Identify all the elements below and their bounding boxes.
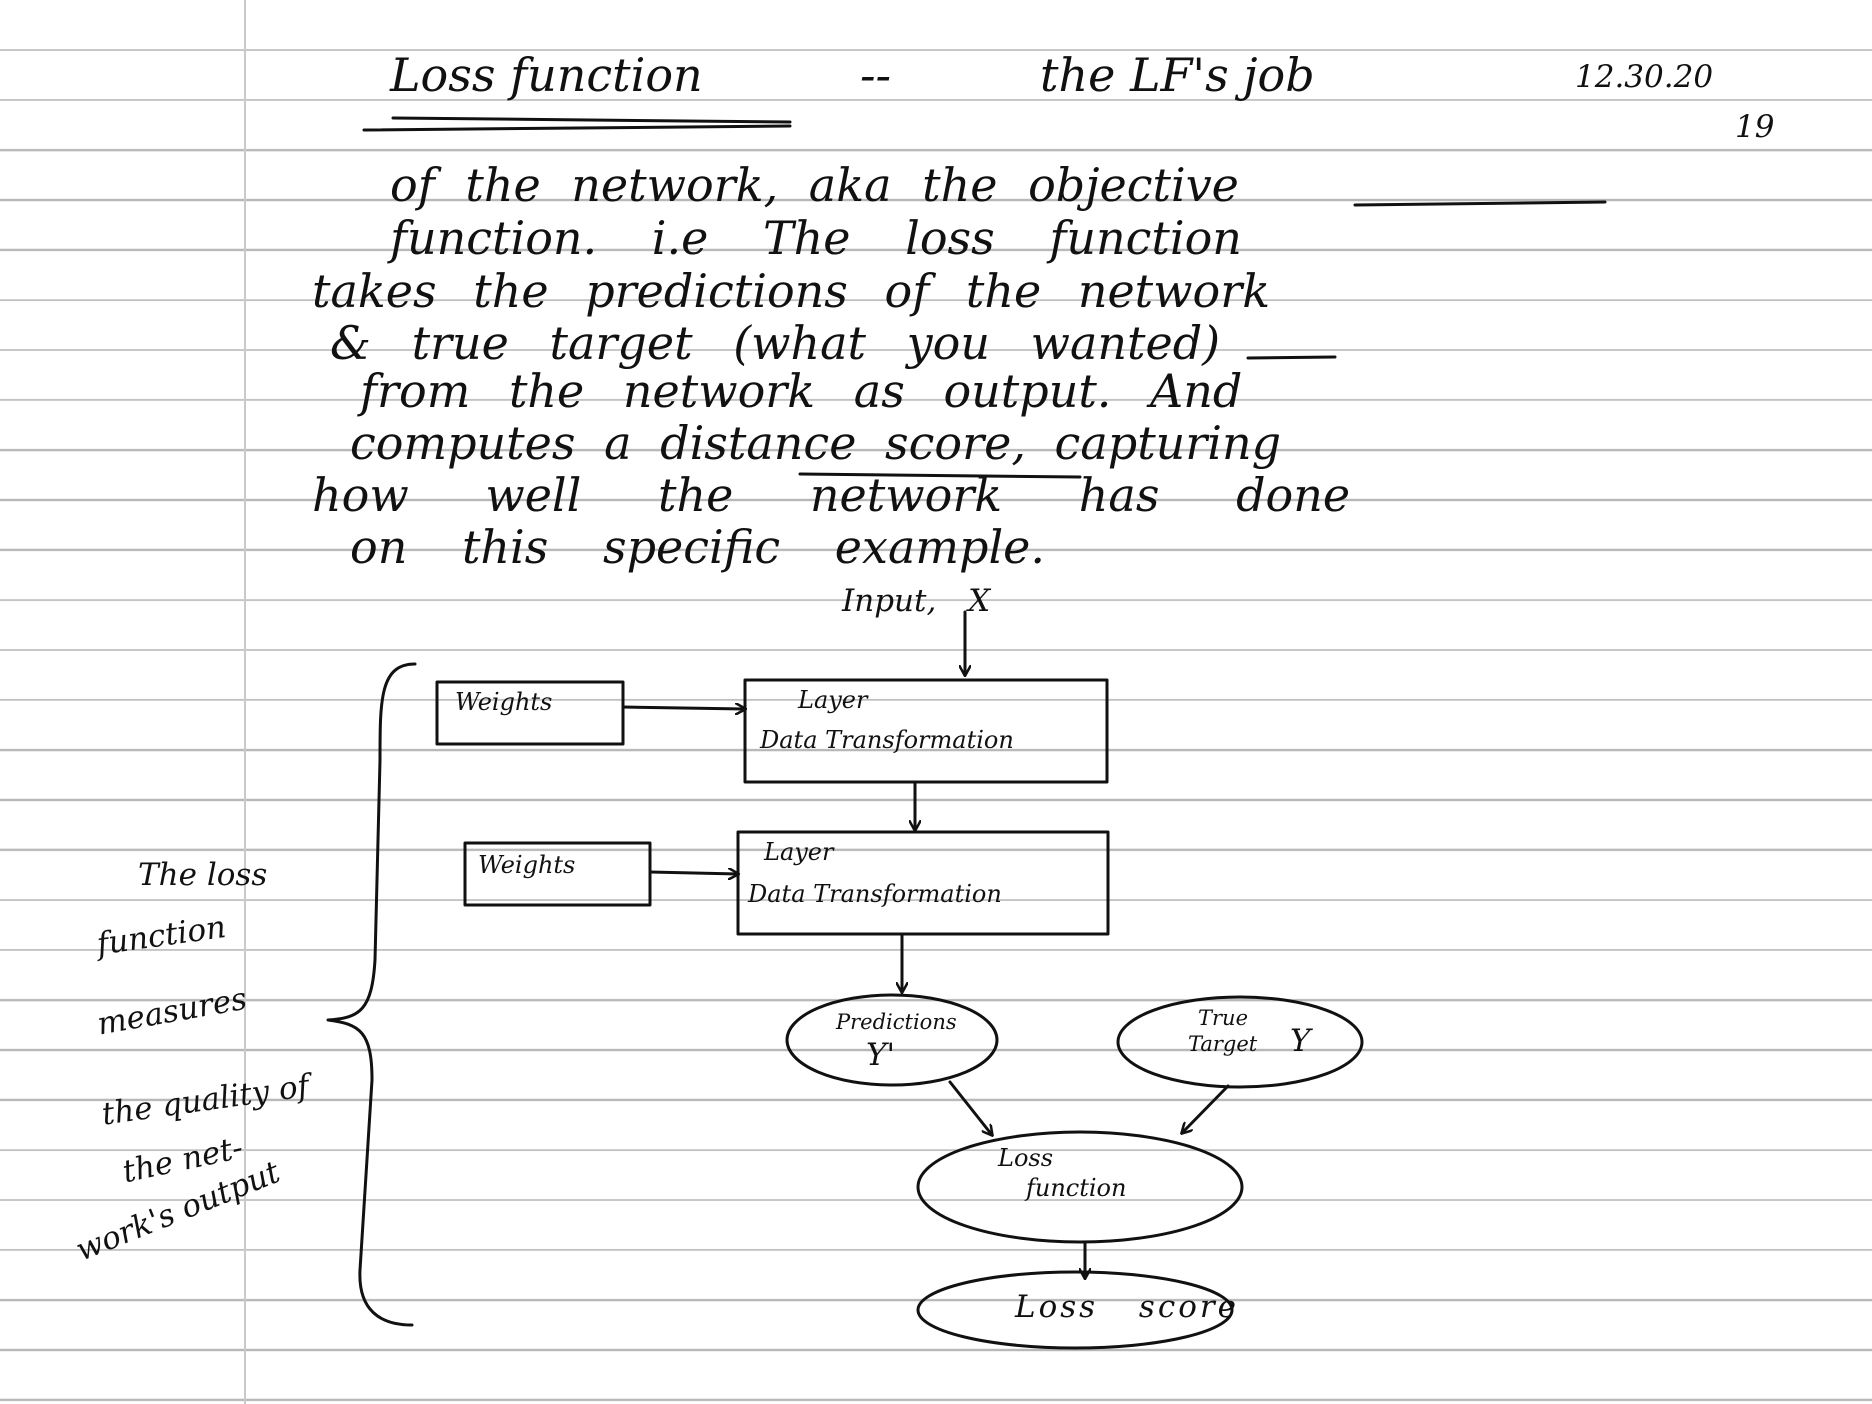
input-label: Input, X: [842, 583, 991, 619]
predictions-label: Predictions: [836, 1010, 957, 1034]
loss-score-label: Loss score: [1015, 1289, 1240, 1325]
predictions-symbol: Y': [866, 1037, 895, 1073]
layer-subtitle-2: Data Transformation: [748, 880, 1002, 908]
weights-label-1: Weights: [455, 688, 553, 716]
objective-underline: [1353, 200, 1607, 207]
weights-arrow-1: [621, 707, 745, 709]
true-target-label-line2: Target: [1188, 1032, 1258, 1056]
neural-network-diagram: [326, 116, 1607, 1350]
target-to-loss-arrow: [1182, 1084, 1230, 1133]
weights-arrow-2: [648, 872, 738, 874]
loss-function-label-line1: Loss: [998, 1144, 1054, 1172]
layer-title-2: Layer: [764, 838, 834, 866]
layer-title-1: Layer: [798, 686, 868, 714]
distance-underline: [798, 472, 1082, 479]
weights-label-2: Weights: [478, 851, 576, 879]
predictions-to-loss-arrow: [948, 1080, 992, 1135]
curly-brace: [326, 662, 417, 1327]
you-underline: [1246, 355, 1337, 360]
loss-function-label-line2: function: [1026, 1174, 1127, 1202]
true-target-symbol: Y: [1290, 1023, 1311, 1059]
title-underline-2: [362, 124, 792, 132]
true-target-label-line1: True: [1198, 1006, 1248, 1030]
layer-subtitle-1: Data Transformation: [760, 726, 1014, 754]
side-note-line-1: The loss: [138, 857, 268, 893]
title-underline: [391, 116, 792, 124]
